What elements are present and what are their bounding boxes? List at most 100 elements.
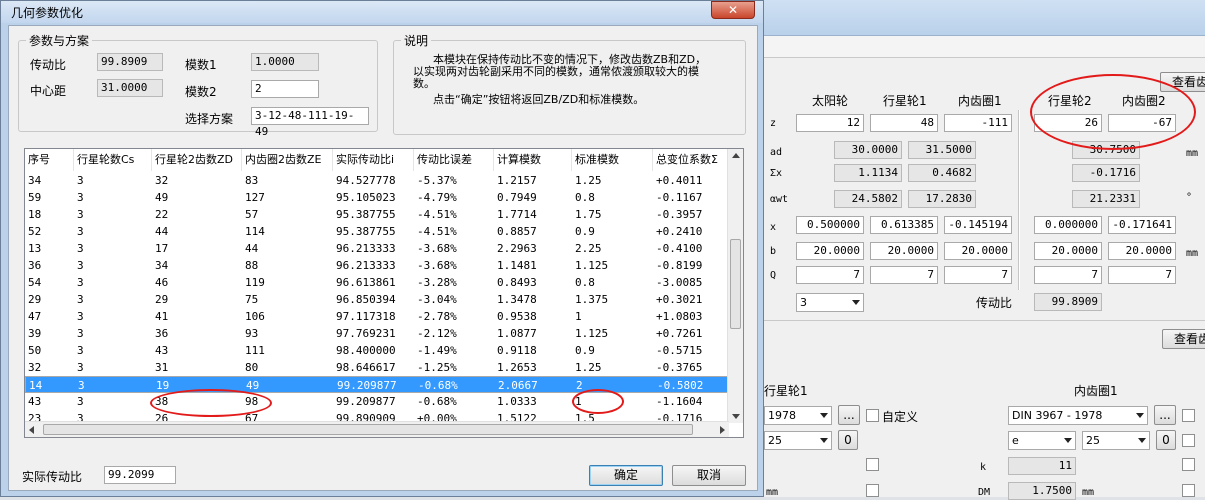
- cancel-button[interactable]: 取消: [672, 465, 746, 486]
- z-planet1[interactable]: 48: [870, 114, 938, 132]
- actual-ratio-input[interactable]: 99.2099: [104, 466, 176, 484]
- checkbox-right-3[interactable]: [1182, 458, 1195, 471]
- zero-button-left[interactable]: 0: [838, 430, 858, 450]
- grade-select-right[interactable]: 25: [1082, 431, 1150, 450]
- custom-checkbox-right[interactable]: [1182, 409, 1195, 422]
- q-ring2[interactable]: 7: [1108, 266, 1176, 284]
- column-header[interactable]: 总变位系数Σ: [653, 149, 728, 171]
- planet-count-select[interactable]: 3: [796, 293, 864, 312]
- q-sun[interactable]: 7: [796, 266, 864, 284]
- checkbox-right-4[interactable]: [1182, 484, 1195, 497]
- table-cell: 3: [77, 327, 84, 340]
- table-row[interactable]: 13 3 17 44 96.213333 -3.68% 2.2963 2.25 -0.4100: [25, 240, 729, 257]
- zero-button-right[interactable]: 0: [1156, 430, 1176, 450]
- check-gear-button-mid[interactable]: 查看齿: [1162, 329, 1205, 349]
- table-row[interactable]: 52 3 44 114 95.387755 -4.51% 0.8857 0.9 +0.2410: [25, 223, 729, 240]
- table-cell: -0.5715: [656, 344, 703, 357]
- std-select-left[interactable]: 1978: [764, 406, 832, 425]
- scroll-down-icon[interactable]: [732, 414, 740, 419]
- x-planet1[interactable]: 0.613385: [870, 216, 938, 234]
- b-planet1[interactable]: 20.0000: [870, 242, 938, 260]
- checkbox-right-2[interactable]: [1182, 434, 1195, 447]
- table-cell: +0.4011: [656, 174, 703, 187]
- table-cell: 98.400000: [336, 344, 396, 357]
- table-row[interactable]: 54 3 46 119 96.613861 -3.28% 0.8493 0.8 -3.0085: [25, 274, 729, 291]
- table-cell: -5.37%: [417, 174, 457, 187]
- table-cell: 3: [77, 242, 84, 255]
- table-row[interactable]: 59 3 49 127 95.105023 -4.79% 0.7949 0.8 -0.1167: [25, 189, 729, 206]
- table-row[interactable]: 34 3 32 83 94.527778 -5.37% 1.2157 1.25 +0.4011: [25, 172, 729, 189]
- ring1-section-label: 内齿圈1: [1074, 384, 1118, 398]
- table-row[interactable]: 50 3 43 111 98.400000 -1.49% 0.9118 0.9 -0.5715: [25, 342, 729, 359]
- column-header[interactable]: 实际传动比i: [333, 149, 414, 171]
- table-cell: 29: [155, 293, 169, 306]
- checkbox-mid-1[interactable]: [866, 458, 879, 471]
- unit-mm-2: mm: [1186, 248, 1199, 259]
- table-cell: 2.2963: [497, 242, 537, 255]
- std-select-right[interactable]: DIN 3967 - 1978: [1008, 406, 1148, 425]
- table-cell: 99.209877: [337, 379, 397, 392]
- table-cell: 94.527778: [336, 174, 396, 187]
- x-ring2[interactable]: -0.171641: [1108, 216, 1176, 234]
- table-row-selected[interactable]: 14 3 19 49 99.209877 -0.68% 2.0667 2 -0.5802: [25, 376, 729, 393]
- x-ring1[interactable]: -0.145194: [944, 216, 1012, 234]
- scroll-thumb-horizontal[interactable]: [43, 424, 693, 435]
- scroll-thumb-vertical[interactable]: [730, 239, 741, 329]
- table-cell: 34: [155, 259, 169, 272]
- z-sun[interactable]: 12: [796, 114, 864, 132]
- table-cell: -4.51%: [417, 208, 457, 221]
- scroll-right-icon[interactable]: [720, 426, 725, 434]
- table-row[interactable]: 18 3 22 57 95.387755 -4.51% 1.7714 1.75 -0.3957: [25, 206, 729, 223]
- grade-right-value: 25: [1086, 434, 1100, 447]
- column-header[interactable]: 计算模数: [494, 149, 572, 171]
- b-ring2[interactable]: 20.0000: [1108, 242, 1176, 260]
- column-header[interactable]: 行星轮2齿数ZD: [152, 149, 242, 171]
- table-row[interactable]: 36 3 34 88 96.213333 -3.68% 1.1481 1.125 -0.8199: [25, 257, 729, 274]
- table-cell: 34: [28, 174, 42, 187]
- custom-checkbox-left[interactable]: [866, 409, 879, 422]
- close-icon[interactable]: ✕: [711, 1, 755, 19]
- x-sun[interactable]: 0.500000: [796, 216, 864, 234]
- custom-label-left: 自定义: [882, 410, 919, 424]
- q-planet2[interactable]: 7: [1034, 266, 1102, 284]
- table-cell: +1.0803: [656, 310, 703, 323]
- q-planet1[interactable]: 7: [870, 266, 938, 284]
- b-sun[interactable]: 20.0000: [796, 242, 864, 260]
- table-cell: 50: [28, 344, 42, 357]
- vertical-scrollbar[interactable]: [727, 149, 743, 423]
- checkbox-mid-2[interactable]: [866, 484, 879, 497]
- sumx-3: -0.1716: [1072, 164, 1140, 182]
- table-row[interactable]: 29 3 29 75 96.850394 -3.04% 1.3478 1.375 +0.3021: [25, 291, 729, 308]
- table-cell: 1.2157: [497, 174, 537, 187]
- table-row[interactable]: 32 3 31 80 98.646617 -1.25% 1.2653 1.25 -0.3765: [25, 359, 729, 376]
- x-planet2[interactable]: 0.000000: [1034, 216, 1102, 234]
- b-planet2[interactable]: 20.0000: [1034, 242, 1102, 260]
- table-row[interactable]: 47 3 41 106 97.117318 -2.78% 0.9538 1 +1.0803: [25, 308, 729, 325]
- scroll-left-icon[interactable]: [29, 426, 34, 434]
- column-header[interactable]: 序号: [25, 149, 74, 171]
- horizontal-scrollbar[interactable]: [25, 421, 729, 437]
- module2-input[interactable]: 2: [251, 80, 319, 98]
- column-header[interactable]: 标准模数: [572, 149, 653, 171]
- ok-button[interactable]: 确定: [589, 465, 663, 486]
- table-row[interactable]: 39 3 36 93 97.769231 -2.12% 1.0877 1.125 +0.7261: [25, 325, 729, 342]
- table-cell: 1.125: [575, 327, 609, 340]
- b-ring1[interactable]: 20.0000: [944, 242, 1012, 260]
- table-cell: 1.25: [575, 361, 602, 374]
- results-table[interactable]: 序号 行星轮数Cs 行星轮2齿数ZD 内齿圈2齿数ZE 实际传动比i 传动比误差 计算模数标…: [24, 148, 744, 438]
- column-header[interactable]: 传动比误差: [414, 149, 494, 171]
- table-cell: 1.3478: [497, 293, 537, 306]
- browse-button-right[interactable]: ...: [1154, 405, 1176, 425]
- scroll-up-icon[interactable]: [732, 153, 740, 158]
- z-ring1[interactable]: -111: [944, 114, 1012, 132]
- browse-button-left[interactable]: ...: [838, 405, 860, 425]
- scheme-input[interactable]: 3-12-48-111-19-49: [251, 107, 369, 138]
- column-header[interactable]: 行星轮数Cs: [74, 149, 152, 171]
- column-header[interactable]: 内齿圈2齿数ZE: [242, 149, 333, 171]
- table-cell: -0.8199: [656, 259, 703, 272]
- q-ring1[interactable]: 7: [944, 266, 1012, 284]
- e-select[interactable]: e: [1008, 431, 1076, 450]
- ratio-label: 传动比: [30, 58, 67, 72]
- grade-select-left[interactable]: 25: [764, 431, 832, 450]
- dm-label: DM: [978, 487, 991, 498]
